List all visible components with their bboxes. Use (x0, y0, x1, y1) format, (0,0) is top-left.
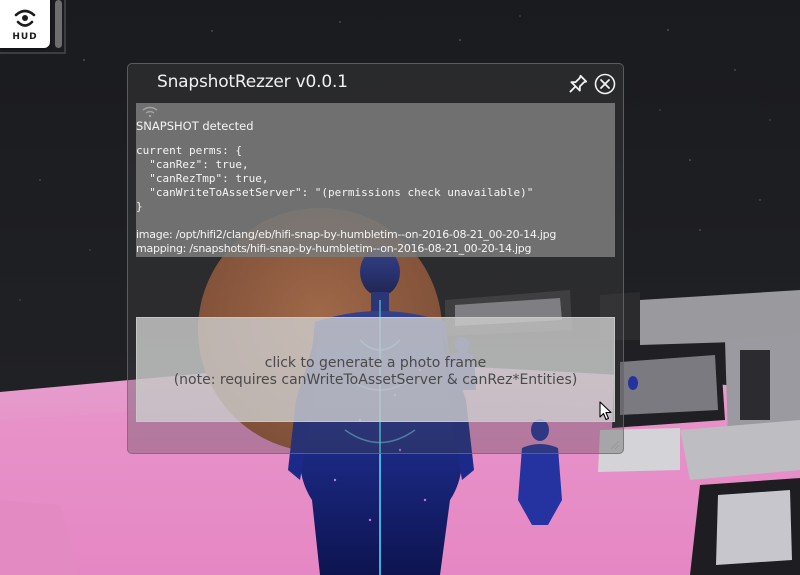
snapshot-info-panel: SNAPSHOT detected current perms: { "canR… (136, 103, 615, 257)
hud-border (64, 0, 66, 54)
mouse-cursor-icon (599, 401, 612, 421)
generate-photo-frame-button[interactable]: click to generate a photo frame (note: r… (136, 317, 615, 422)
snapshot-rezzer-window: SnapshotRezzer v0.0.1 SNAPSHOT detected … (127, 63, 624, 454)
hud-label: HUD (12, 32, 38, 42)
image-path-text: image: /opt/hifi2/clang/eb/hifi-snap-by-… (136, 228, 557, 241)
hud-scrollbar[interactable] (55, 0, 62, 48)
pin-icon[interactable] (565, 73, 589, 97)
close-icon[interactable] (594, 73, 616, 95)
resize-grip-icon[interactable] (608, 438, 620, 450)
snapshot-detected-text: SNAPSHOT detected (136, 119, 254, 133)
hud-border-bottom (0, 52, 66, 54)
generate-button-note: (note: requires canWriteToAssetServer & … (173, 372, 578, 388)
hud-icon (14, 9, 36, 27)
connection-icon (142, 106, 158, 118)
window-content: SNAPSHOT detected current perms: { "canR… (136, 103, 615, 446)
window-title: SnapshotRezzer v0.0.1 (157, 72, 348, 92)
hud-button[interactable]: HUD (0, 0, 50, 48)
generate-button-label: click to generate a photo frame (264, 355, 487, 371)
mapping-path-text: mapping: /snapshots/hifi-snap-by-humblet… (136, 242, 532, 255)
permissions-block: current perms: { "canRez": true, "canRez… (136, 144, 534, 213)
